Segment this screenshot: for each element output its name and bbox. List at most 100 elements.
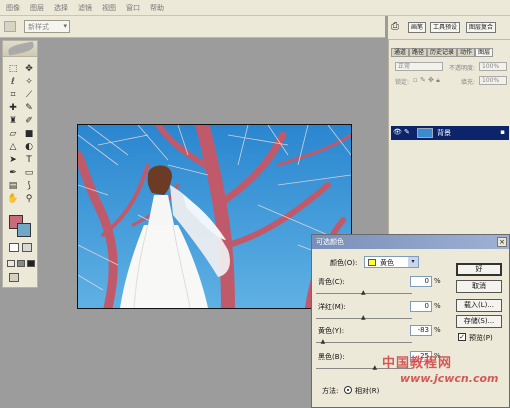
slice-tool-icon[interactable]: ⟋ [22, 89, 36, 101]
blend-mode-select[interactable]: 正常 [395, 62, 443, 71]
move-tool-icon[interactable]: ✥ [22, 63, 36, 75]
chevron-down-icon: ▾ [63, 22, 67, 30]
clone-stamp-tool-icon[interactable]: ♜ [6, 115, 20, 127]
layer-comps-tab[interactable]: 图层复合 [466, 22, 497, 33]
menu-window[interactable]: 窗口 [126, 3, 140, 13]
ok-button[interactable]: 好 [456, 263, 502, 276]
tab-history[interactable]: 历史记录 [427, 48, 458, 57]
magenta-slider-thumb[interactable]: ▲ [361, 315, 367, 321]
color-label: 颜色(O): [330, 259, 358, 267]
color-select-value: 黄色 [380, 259, 394, 267]
magic-wand-tool-icon[interactable]: ✧ [22, 76, 36, 88]
fill-label: 填充: [461, 79, 476, 86]
layer-name: 背景 [437, 129, 451, 137]
shape-tool-icon[interactable]: ▭ [22, 167, 36, 179]
method-relative-label: 相对(R) [355, 387, 380, 395]
fill-field[interactable]: 100% [479, 76, 507, 85]
zoom-tool-icon[interactable]: ⚲ [22, 193, 36, 205]
type-tool-icon[interactable]: T [22, 154, 36, 166]
dialog-title: 可选颜色 [312, 235, 509, 249]
tab-paths[interactable]: 路径 [409, 48, 428, 57]
black-label: 黑色(B): [318, 353, 345, 361]
brush-link-icon: ✎ [404, 128, 410, 136]
crop-tool-icon[interactable]: ⌗ [6, 89, 20, 101]
eraser-tool-icon[interactable]: ▱ [6, 128, 20, 140]
tab-layers[interactable]: 图层 [475, 48, 494, 57]
tab-actions[interactable]: 动作 [457, 48, 476, 57]
cyan-percent: % [434, 277, 441, 285]
layers-panel-tabs: 通道 路径 历史记录 动作 图层 [391, 48, 494, 57]
printer-icon[interactable]: ⎙ [391, 21, 403, 33]
feather-logo-icon [7, 41, 35, 56]
layer-background-row[interactable]: 👁︎ ✎ 背景 ▪ [391, 126, 509, 140]
watermark-url: www.jcwcn.com [400, 372, 499, 385]
notes-tool-icon[interactable]: ▤ [6, 180, 20, 192]
yellow-chip [368, 259, 376, 266]
menu-select[interactable]: 选择 [54, 3, 68, 13]
background-color-swatch[interactable] [17, 223, 31, 237]
menu-layer[interactable]: 图层 [30, 3, 44, 13]
standard-mode-icon[interactable] [9, 243, 19, 252]
menu-help[interactable]: 帮助 [150, 3, 164, 13]
method-label: 方法: [322, 387, 339, 395]
tool-grid: ⬚ ✥ ℓ ✧ ⌗ ⟋ ✚ ✎ ♜ ✐ ▱ ■ △ ◐ ➤ T ✒ ▭ ▤ ⟆ … [6, 63, 36, 205]
tool-presets-tab[interactable]: 工具预设 [430, 22, 461, 33]
method-relative-radio[interactable] [344, 386, 352, 394]
palette-well: ⎙ 画笔 工具预设 图层复合 [388, 16, 510, 40]
preview-checkbox[interactable]: ✓ [458, 333, 466, 341]
path-select-tool-icon[interactable]: ➤ [6, 154, 20, 166]
pen-tool-icon[interactable]: ✒ [6, 167, 20, 179]
menu-bar: 图像 图层 选择 滤镜 视图 窗口 帮助 [0, 0, 510, 16]
menu-image[interactable]: 图像 [6, 3, 20, 13]
blur-tool-icon[interactable]: △ [6, 141, 20, 153]
magenta-field[interactable]: 0 [410, 301, 432, 312]
dodge-tool-icon[interactable]: ◐ [22, 141, 36, 153]
jump-to-imageready-icon[interactable] [9, 273, 19, 282]
lock-label: 锁定: [395, 79, 410, 86]
brushes-tab[interactable]: 画笔 [408, 22, 427, 33]
blend-row: 正常 不透明度: 100% [391, 62, 509, 74]
lock-options-icon[interactable]: ▫ ✎ ✥ 🔒︎ [413, 76, 440, 85]
tool-preset-icon[interactable] [4, 21, 16, 32]
opacity-label: 不透明度: [449, 65, 476, 72]
save-button[interactable]: 存储(S)... [456, 315, 502, 328]
yellow-field[interactable]: -83 [410, 325, 432, 336]
hand-tool-icon[interactable]: ✋ [6, 193, 20, 205]
toolbox-header [3, 41, 37, 57]
lock-row: 锁定: ▫ ✎ ✥ 🔒︎ 填充: 100% [391, 76, 509, 88]
color-select[interactable]: 黄色 ▾ [364, 256, 419, 268]
screen-mode-standard-icon[interactable] [7, 260, 15, 267]
yellow-label: 黄色(Y): [318, 327, 345, 335]
yellow-slider-thumb[interactable]: ▲ [321, 339, 327, 345]
screen-mode-full-menu-icon[interactable] [17, 260, 25, 267]
gradient-tool-icon[interactable]: ■ [22, 128, 36, 140]
load-button[interactable]: 载入(L)... [456, 299, 502, 312]
cancel-button[interactable]: 取消 [456, 280, 502, 293]
tab-channels[interactable]: 通道 [391, 48, 410, 57]
cyan-label: 青色(C): [318, 278, 345, 286]
cyan-slider-thumb[interactable]: ▲ [361, 290, 367, 296]
yellow-slider-track[interactable] [316, 342, 412, 343]
layer-thumbnail [417, 128, 433, 138]
screen-mode-full-icon[interactable] [27, 260, 35, 267]
marquee-tool-icon[interactable]: ⬚ [6, 63, 20, 75]
watermark-text: 中国教程网 [382, 356, 453, 371]
menu-filter[interactable]: 滤镜 [78, 3, 92, 13]
history-brush-tool-icon[interactable]: ✐ [22, 115, 36, 127]
close-icon[interactable]: × [497, 237, 507, 247]
style-select-value: 新样式 [28, 23, 49, 31]
style-select[interactable]: 新样式 ▾ [24, 20, 70, 33]
menu-view[interactable]: 视图 [102, 3, 116, 13]
lasso-tool-icon[interactable]: ℓ [6, 76, 20, 88]
quick-mask-icon[interactable] [22, 243, 32, 252]
options-bar: 新样式 ▾ [0, 16, 385, 38]
toolbox: ⬚ ✥ ℓ ✧ ⌗ ⟋ ✚ ✎ ♜ ✐ ▱ ■ △ ◐ ➤ T ✒ ▭ ▤ ⟆ … [2, 40, 38, 288]
eye-icon[interactable]: 👁︎ [393, 128, 402, 136]
magenta-percent: % [434, 302, 441, 310]
black-slider-thumb[interactable]: ▲ [373, 365, 379, 371]
eyedropper-tool-icon[interactable]: ⟆ [22, 180, 36, 192]
opacity-field[interactable]: 100% [479, 62, 507, 71]
healing-brush-tool-icon[interactable]: ✚ [6, 102, 20, 114]
brush-tool-icon[interactable]: ✎ [22, 102, 36, 114]
cyan-field[interactable]: 0 [410, 276, 432, 287]
